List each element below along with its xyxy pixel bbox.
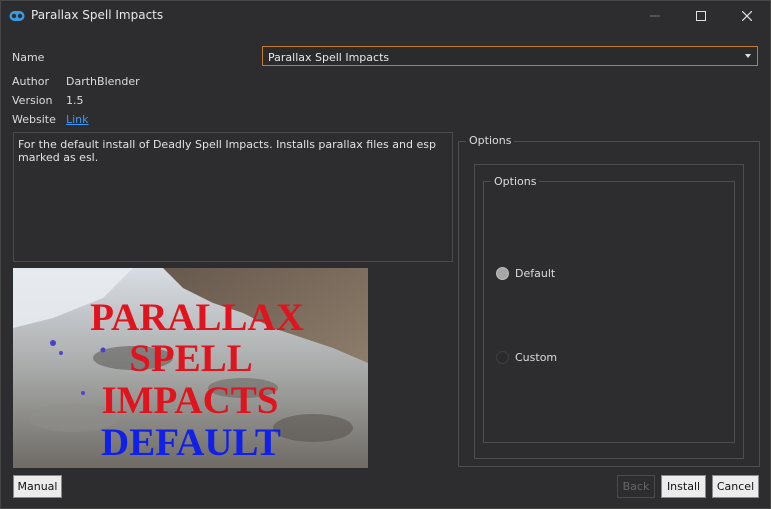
options-outer-title: Options <box>466 134 515 147</box>
website-link[interactable]: Link <box>66 113 89 126</box>
name-dropdown-value: Parallax Spell Impacts <box>268 51 390 64</box>
option-default-radio[interactable]: Default <box>496 267 555 280</box>
preview-title-line4: DEFAULT <box>101 421 281 464</box>
preview-title-line1: PARALLAX <box>90 296 304 339</box>
back-button[interactable]: Back <box>617 475 655 498</box>
install-button[interactable]: Install <box>661 475 706 498</box>
name-label: Name <box>12 51 45 64</box>
version-value: 1.5 <box>66 94 84 107</box>
manual-button[interactable]: Manual <box>13 475 62 498</box>
close-button[interactable] <box>724 1 770 31</box>
preview-title-line2: SPELL <box>129 337 253 380</box>
radio-selected-icon <box>496 267 509 280</box>
options-inner-title: Options <box>491 175 540 188</box>
minimize-icon <box>650 15 660 17</box>
window-title: Parallax Spell Impacts <box>31 8 164 22</box>
website-label: Website <box>12 113 56 126</box>
author-value: DarthBlender <box>66 75 140 88</box>
description-box[interactable]: For the default install of Deadly Spell … <box>13 132 453 262</box>
chevron-down-icon <box>745 54 751 58</box>
author-label: Author <box>12 75 50 88</box>
maximize-button[interactable] <box>678 1 724 31</box>
preview-image: PARALLAX SPELL IMPACTS DEFAULT <box>13 268 368 468</box>
option-custom-radio[interactable]: Custom <box>496 351 557 364</box>
close-icon <box>742 11 752 21</box>
preview-title-line3: IMPACTS <box>102 379 279 422</box>
radio-unselected-icon <box>496 351 509 364</box>
installer-window: Parallax Spell Impacts Name Parallax Spe… <box>0 0 771 509</box>
name-dropdown[interactable]: Parallax Spell Impacts <box>262 46 758 66</box>
option-custom-label: Custom <box>515 351 558 364</box>
maximize-icon <box>696 11 706 21</box>
option-default-label: Default <box>515 267 556 280</box>
options-inner-group <box>483 181 735 443</box>
version-label: Version <box>12 94 53 107</box>
minimize-button[interactable] <box>632 1 678 31</box>
title-bar[interactable]: Parallax Spell Impacts <box>1 1 770 31</box>
app-logo-icon <box>9 9 25 23</box>
cancel-button[interactable]: Cancel <box>712 475 759 498</box>
